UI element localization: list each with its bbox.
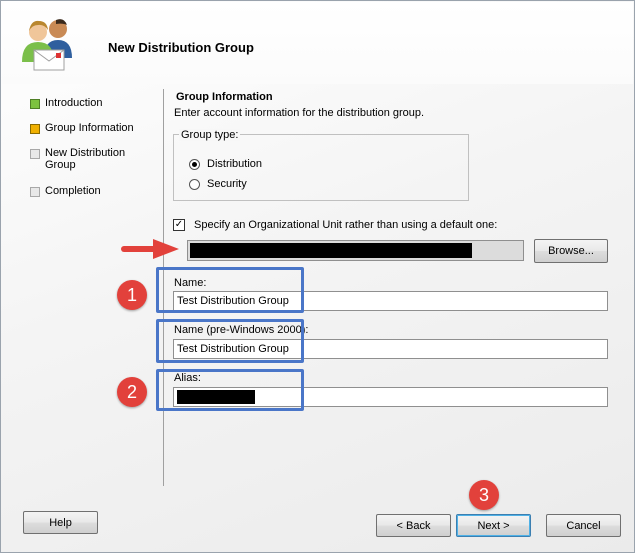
step-pending-icon xyxy=(30,187,40,197)
sidebar-item-new-distribution-group: New Distribution Group xyxy=(30,147,135,171)
group-type-legend: Group type: xyxy=(179,129,241,141)
ou-checkbox-label: Specify an Organizational Unit rather th… xyxy=(194,219,498,231)
ou-checkbox[interactable]: ✓ xyxy=(173,219,185,231)
users-envelope-icon xyxy=(22,19,72,71)
step-complete-icon xyxy=(30,99,40,109)
cancel-button[interactable]: Cancel xyxy=(546,514,621,537)
radio-distribution[interactable]: Distribution xyxy=(189,158,262,170)
sidebar-item-completion: Completion xyxy=(30,185,135,197)
radio-security[interactable]: Security xyxy=(189,178,247,190)
wizard-header: New Distribution Group xyxy=(2,2,633,84)
highlight-box-name xyxy=(156,267,304,313)
next-button[interactable]: Next > xyxy=(456,514,531,537)
wizard-title: New Distribution Group xyxy=(108,40,254,55)
radio-button[interactable] xyxy=(189,158,200,170)
step-current-icon xyxy=(30,124,40,134)
sidebar-item-label: New Distribution Group xyxy=(45,147,126,171)
section-description: Enter account information for the distri… xyxy=(174,107,425,119)
help-button[interactable]: Help xyxy=(23,511,98,534)
redacted-block xyxy=(190,243,472,258)
sidebar-item-label: Group Information xyxy=(45,122,134,134)
step-badge-1: 1 xyxy=(117,280,147,310)
sidebar-item-group-information: Group Information xyxy=(30,122,145,134)
radio-label: Distribution xyxy=(207,158,263,170)
section-title: Group Information xyxy=(176,91,273,103)
wizard-window: New Distribution Group Introduction Grou… xyxy=(0,0,635,553)
browse-button[interactable]: Browse... xyxy=(534,239,608,263)
step-pending-icon xyxy=(30,149,40,159)
step-badge-2: 2 xyxy=(117,377,147,407)
radio-label: Security xyxy=(207,178,247,190)
ou-path-field xyxy=(187,240,524,261)
sidebar-item-label: Completion xyxy=(45,185,101,197)
sidebar-item-label: Introduction xyxy=(45,97,103,109)
highlight-box-name-pre2000 xyxy=(156,319,304,363)
red-arrow-icon xyxy=(121,239,179,259)
step-badge-3: 3 xyxy=(469,480,499,510)
sidebar-item-introduction: Introduction xyxy=(30,97,135,109)
back-button[interactable]: < Back xyxy=(376,514,451,537)
radio-button[interactable] xyxy=(189,178,200,190)
highlight-box-alias xyxy=(156,369,304,411)
